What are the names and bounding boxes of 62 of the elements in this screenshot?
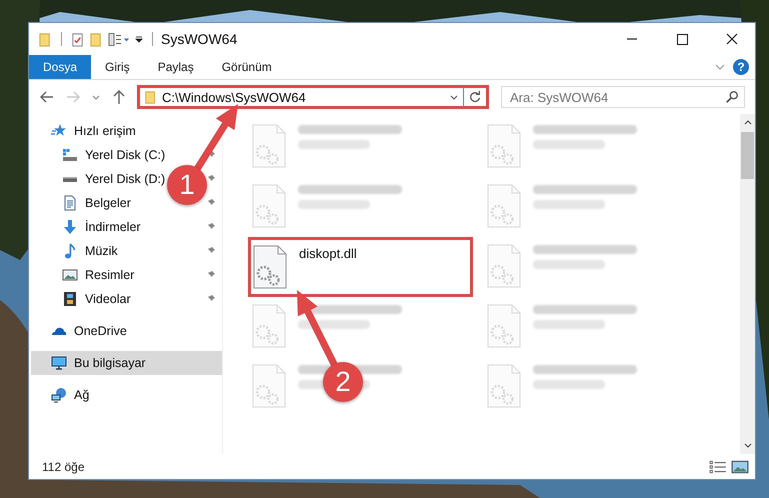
ribbon-tab[interactable]: Giriş — [91, 55, 144, 79]
dll-file-icon — [487, 364, 521, 408]
refresh-icon[interactable] — [468, 90, 482, 104]
sidebar-item[interactable]: Yerel Disk (C:) — [62, 147, 166, 163]
monitor-icon — [51, 355, 67, 371]
search-field[interactable]: Ara: SysWOW64 — [501, 86, 745, 108]
drive-icon — [62, 176, 78, 182]
window-title: SysWOW64 — [161, 31, 238, 47]
file-tile[interactable]: diskopt.dll — [248, 237, 473, 297]
dll-file-icon — [487, 184, 521, 228]
properties-icon[interactable] — [108, 30, 130, 48]
sidebar-item[interactable]: Hızlı erişim — [51, 123, 136, 139]
ribbon-tab[interactable]: Dosya — [29, 55, 92, 79]
network-icon — [51, 387, 67, 403]
picture-icon — [62, 267, 78, 283]
folder-icon — [144, 89, 158, 105]
film-icon — [62, 291, 78, 307]
dll-file-icon — [253, 245, 287, 289]
ribbon-tab[interactable]: Görünüm — [208, 55, 286, 79]
dropdown-icon[interactable] — [134, 34, 144, 44]
search-icon — [725, 90, 739, 104]
dll-file-icon — [487, 244, 521, 288]
blurred-label — [298, 200, 370, 209]
blurred-label — [533, 260, 605, 269]
details-view-icon[interactable] — [709, 460, 727, 474]
dll-file-icon — [252, 184, 286, 228]
blurred-label — [533, 200, 605, 209]
scrollbar[interactable] — [740, 114, 755, 454]
dll-file-icon — [252, 364, 286, 408]
address-bar[interactable]: C:\Windows\SysWOW64 — [137, 85, 489, 109]
blurred-label — [298, 140, 370, 149]
file-name: diskopt.dll — [299, 246, 357, 261]
help-button[interactable]: ? — [733, 59, 749, 75]
sidebar-item[interactable]: Resimler — [62, 267, 134, 283]
music-note-icon — [62, 243, 78, 259]
dll-file-icon — [487, 124, 521, 168]
sidebar-item[interactable]: Videolar — [62, 291, 131, 307]
sidebar-item[interactable]: Bu bilgisayar — [51, 355, 146, 371]
document-icon — [62, 195, 78, 211]
item-count: 112 öğe — [42, 460, 84, 474]
sidebar-item[interactable]: Ağ — [51, 387, 90, 403]
blurred-label — [533, 380, 605, 389]
checklist-icon[interactable] — [70, 30, 85, 48]
back-arrow-icon[interactable] — [39, 89, 55, 105]
dll-file-icon — [252, 304, 286, 348]
sidebar-item[interactable]: İndirmeler — [62, 219, 141, 235]
dll-file-icon — [487, 304, 521, 348]
blurred-label — [533, 140, 605, 149]
star-icon — [51, 123, 67, 139]
scrollbar-thumb[interactable] — [741, 132, 754, 179]
blurred-label — [533, 320, 605, 329]
sidebar-item[interactable]: Müzik — [62, 243, 118, 259]
ribbon-tab[interactable]: Paylaş — [144, 55, 208, 79]
thumbnail-view-icon[interactable] — [731, 460, 749, 474]
address-path: C:\Windows\SysWOW64 — [162, 90, 306, 104]
up-arrow-icon[interactable] — [111, 89, 127, 105]
dll-file-icon — [252, 124, 286, 168]
drive-icon — [62, 147, 78, 163]
sidebar-item[interactable]: Belgeler — [62, 195, 131, 211]
sidebar-item[interactable]: OneDrive — [51, 323, 127, 339]
sidebar-item[interactable]: Yerel Disk (D:) — [62, 172, 166, 186]
download-icon — [62, 219, 78, 235]
